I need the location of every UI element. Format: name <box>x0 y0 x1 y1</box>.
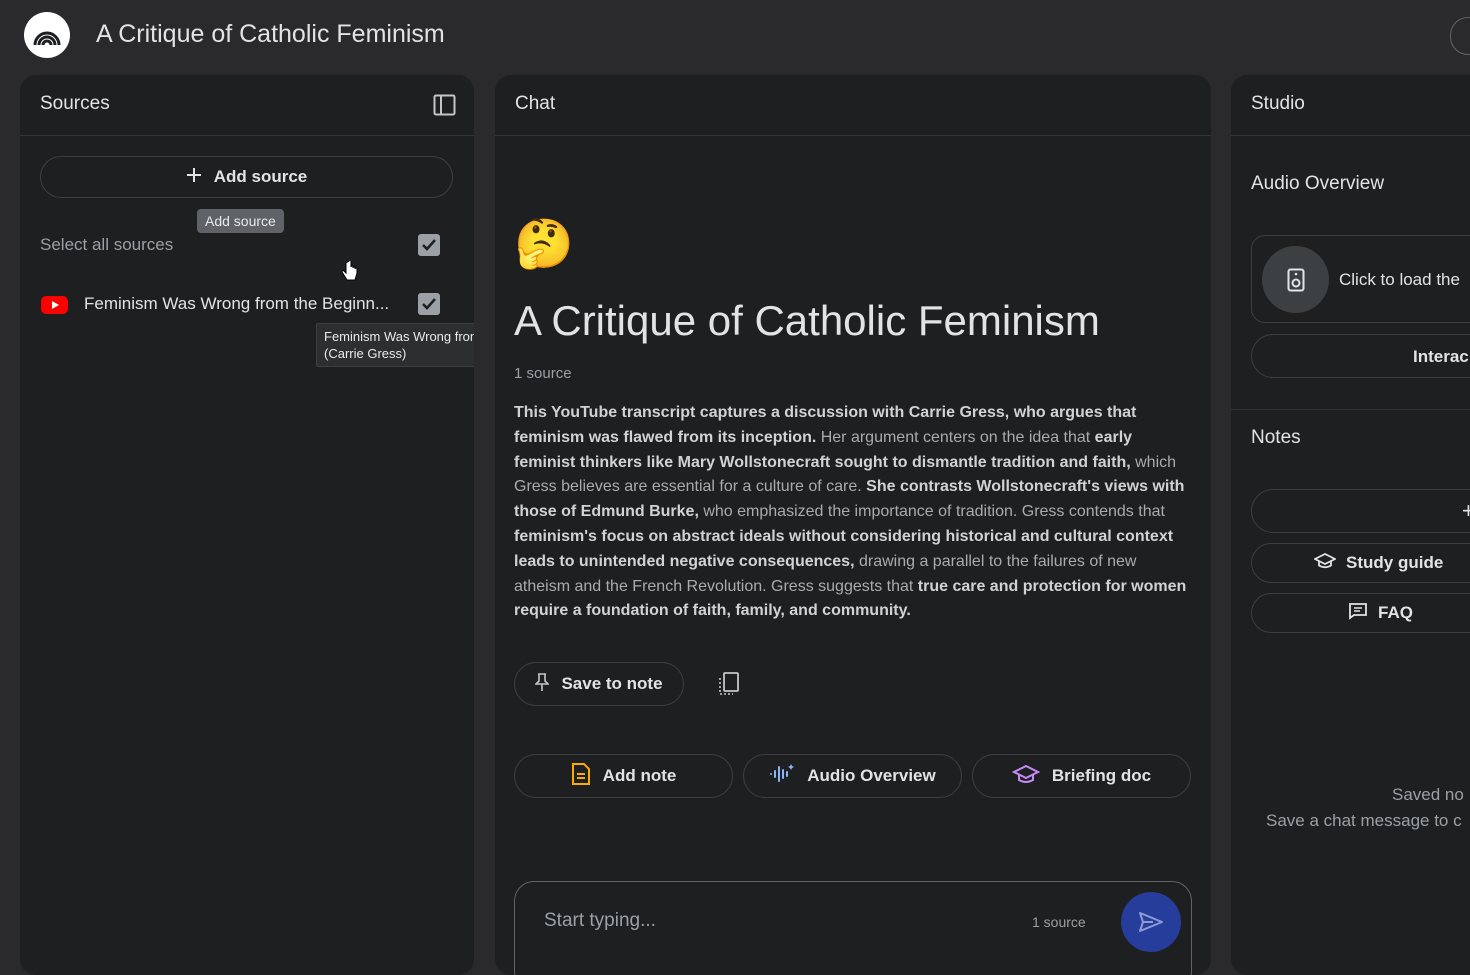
interactive-label: Interac <box>1413 347 1469 366</box>
share-button[interactable] <box>1450 17 1470 55</box>
studio-header: Studio <box>1231 75 1470 136</box>
top-bar: A Critique of Catholic Feminism <box>0 0 1470 72</box>
audio-wave-icon <box>769 762 795 791</box>
study-guide-label: Study guide <box>1346 553 1444 572</box>
collapse-panel-icon[interactable] <box>433 94 456 121</box>
copy-icon[interactable] <box>717 671 741 702</box>
source-item[interactable]: Feminism Was Wrong from the Beginn... <box>40 289 440 319</box>
audio-overview-label: Audio Overview <box>807 766 936 785</box>
sources-panel: Sources Add source Add source Select all… <box>20 75 474 975</box>
plus-icon: + <box>1462 498 1470 523</box>
youtube-icon <box>41 296 68 314</box>
select-all-label: Select all sources <box>40 235 174 254</box>
chat-input[interactable]: Start typing... 1 source <box>514 881 1192 975</box>
notebook-title[interactable]: A Critique of Catholic Feminism <box>96 20 445 49</box>
studio-divider <box>1231 409 1470 410</box>
source-tooltip-line1: Feminism Was Wrong from the Beginning <box>324 329 474 344</box>
graduation-cap-icon <box>1011 763 1041 790</box>
faq-button[interactable]: FAQ <box>1251 593 1470 633</box>
chat-input-source-count: 1 source <box>1032 914 1086 930</box>
send-icon <box>1139 912 1163 932</box>
briefing-doc-label: Briefing doc <box>1051 766 1152 785</box>
audio-overview-button[interactable]: Audio Overview <box>743 754 962 798</box>
saved-notes-title: Saved no <box>1392 785 1464 804</box>
save-to-note-label: Save to note <box>561 674 663 693</box>
note-icon <box>571 762 591 791</box>
chat-panel: Chat 🤔 A Critique of Catholic Feminism 1… <box>495 75 1211 975</box>
sources-title: Sources <box>40 93 110 114</box>
source-checkbox[interactable] <box>418 293 440 315</box>
summary-text-6: who emphasized the importance of traditi… <box>698 503 1165 521</box>
source-tooltip-line2: (Carrie Gress) <box>324 346 407 361</box>
sources-header: Sources <box>20 75 474 136</box>
notebook-summary: This YouTube transcript captures a discu… <box>514 401 1194 624</box>
select-all-checkbox[interactable] <box>418 234 440 256</box>
faq-icon <box>1348 602 1368 625</box>
source-count: 1 source <box>514 365 572 382</box>
studio-add-note-button[interactable]: + <box>1251 489 1470 533</box>
saved-notes-subtitle: Save a chat message to c <box>1266 811 1462 830</box>
speaker-icon <box>1262 246 1329 313</box>
notebooklm-logo-icon[interactable] <box>24 12 70 58</box>
add-note-label: Add note <box>602 766 677 785</box>
audio-card-text: Click to load the <box>1339 270 1460 289</box>
source-tooltip: Feminism Was Wrong from the Beginning (C… <box>316 323 474 367</box>
faq-label: FAQ <box>1378 603 1413 622</box>
add-source-tooltip: Add source <box>197 209 284 233</box>
send-button[interactable] <box>1121 892 1181 952</box>
briefing-doc-button[interactable]: Briefing doc <box>972 754 1191 798</box>
chat-input-placeholder: Start typing... <box>544 910 656 931</box>
chat-title: Chat <box>515 93 556 114</box>
studio-panel: Studio Audio Overview Click to load the … <box>1231 75 1470 975</box>
hand-cursor-icon <box>341 259 359 288</box>
summary-text-2: Her argument centers on the idea that <box>816 428 1095 446</box>
interactive-button[interactable]: Interac <box>1251 334 1470 378</box>
add-note-button[interactable]: Add note <box>514 754 733 798</box>
notes-heading: Notes <box>1251 427 1301 448</box>
study-guide-button[interactable]: Study guide <box>1251 543 1470 583</box>
add-source-label: Add source <box>213 167 308 186</box>
notebook-heading: A Critique of Catholic Feminism <box>514 297 1100 344</box>
audio-overview-card[interactable]: Click to load the <box>1251 235 1470 323</box>
pin-icon <box>534 672 551 697</box>
audio-overview-heading: Audio Overview <box>1251 173 1385 194</box>
save-to-note-button[interactable]: Save to note <box>514 662 684 706</box>
chat-header: Chat <box>495 75 1211 136</box>
plus-icon <box>186 167 202 188</box>
source-name: Feminism Was Wrong from the Beginn... <box>84 294 390 313</box>
studio-title: Studio <box>1251 93 1305 114</box>
thinking-emoji-icon: 🤔 <box>514 218 574 271</box>
graduation-cap-icon <box>1312 552 1338 575</box>
add-source-button[interactable]: Add source <box>40 156 453 198</box>
